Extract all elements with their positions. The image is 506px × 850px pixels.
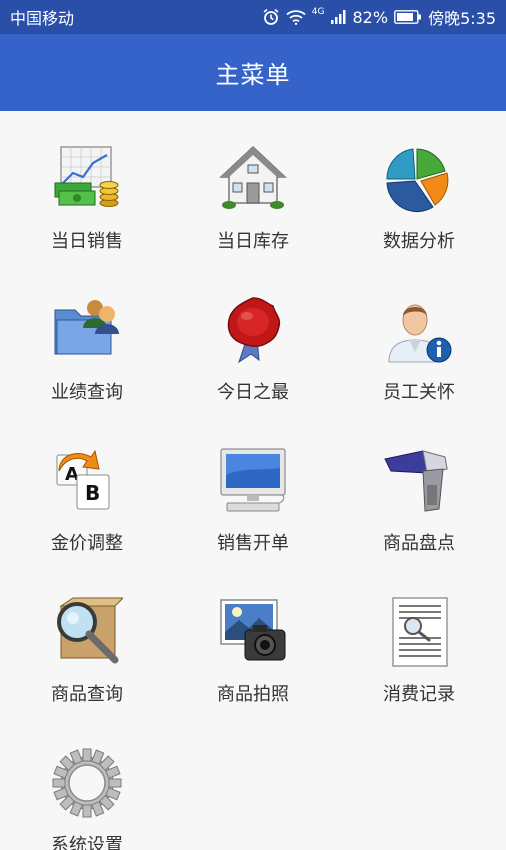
menu-item-product-query[interactable]: 商品查询 bbox=[3, 564, 171, 714]
carrier-name: 中国移动 bbox=[10, 9, 75, 28]
sales-chart-money-icon bbox=[51, 143, 123, 215]
menu-item-label: 当日销售 bbox=[51, 231, 123, 252]
menu-item-performance-query[interactable]: 业绩查询 bbox=[3, 262, 171, 412]
menu-item-label: 系统设置 bbox=[51, 835, 123, 850]
box-magnifier-icon bbox=[51, 596, 123, 668]
menu-item-consumption-record[interactable]: 消费记录 bbox=[335, 564, 503, 714]
menu-item-gold-price-adjust[interactable]: A B 金价调整 bbox=[3, 413, 171, 563]
app-bar: 主菜单 bbox=[0, 34, 506, 111]
menu-item-label: 今日之最 bbox=[217, 382, 289, 403]
status-icons: 4G 82% 傍晚5:35 bbox=[262, 5, 496, 29]
menu-item-label: 商品拍照 bbox=[217, 684, 289, 705]
menu-item-label: 业绩查询 bbox=[51, 382, 123, 403]
menu-item-label: 员工关怀 bbox=[383, 382, 455, 403]
menu-item-label: 商品查询 bbox=[51, 684, 123, 705]
menu-item-label: 消费记录 bbox=[383, 684, 455, 705]
menu-item-employee-care[interactable]: 员工关怀 bbox=[335, 262, 503, 412]
employee-info-icon bbox=[383, 294, 455, 366]
document-search-icon bbox=[383, 596, 455, 668]
barcode-scanner-icon bbox=[383, 445, 455, 517]
battery-percent: 82% bbox=[352, 7, 389, 27]
menu-item-stock-count[interactable]: 商品盘点 bbox=[335, 413, 503, 563]
folder-users-icon bbox=[51, 294, 123, 366]
menu-item-daily-sales[interactable]: 当日销售 bbox=[3, 111, 171, 261]
wifi-icon bbox=[286, 9, 306, 25]
menu-item-system-settings[interactable]: 系统设置 bbox=[3, 715, 171, 850]
page-title: 主菜单 bbox=[215, 61, 291, 89]
menu-item-label: 销售开单 bbox=[217, 533, 289, 554]
signal-icon bbox=[330, 10, 347, 24]
a-to-b-icon: A B bbox=[51, 445, 123, 517]
gear-icon bbox=[51, 747, 123, 819]
menu-item-label: 数据分析 bbox=[383, 231, 455, 252]
menu-item-product-photo[interactable]: 商品拍照 bbox=[169, 564, 337, 714]
battery-icon bbox=[394, 10, 422, 24]
network-type: 4G bbox=[311, 7, 325, 17]
camera-photo-icon bbox=[217, 596, 289, 668]
menu-item-todays-best[interactable]: 今日之最 bbox=[169, 262, 337, 412]
computer-icon bbox=[217, 445, 289, 517]
status-bar: 中国移动 4G 82% 傍晚5:35 bbox=[0, 0, 506, 34]
main-menu-grid: 当日销售 当日库存 数据分析 业绩查询 今日之最 员工关怀 A B 金价调整 销… bbox=[0, 111, 506, 850]
award-seal-icon bbox=[217, 294, 289, 366]
house-icon bbox=[217, 143, 289, 215]
menu-item-data-analysis[interactable]: 数据分析 bbox=[335, 111, 503, 261]
menu-item-sales-order[interactable]: 销售开单 bbox=[169, 413, 337, 563]
menu-item-daily-inventory[interactable]: 当日库存 bbox=[169, 111, 337, 261]
menu-item-label: 金价调整 bbox=[51, 533, 123, 554]
menu-item-label: 商品盘点 bbox=[383, 533, 455, 554]
menu-item-label: 当日库存 bbox=[217, 231, 289, 252]
pie-chart-icon bbox=[383, 143, 455, 215]
alarm-icon bbox=[262, 8, 280, 26]
clock-time: 傍晚5:35 bbox=[428, 9, 496, 28]
svg-text:B: B bbox=[85, 481, 100, 505]
